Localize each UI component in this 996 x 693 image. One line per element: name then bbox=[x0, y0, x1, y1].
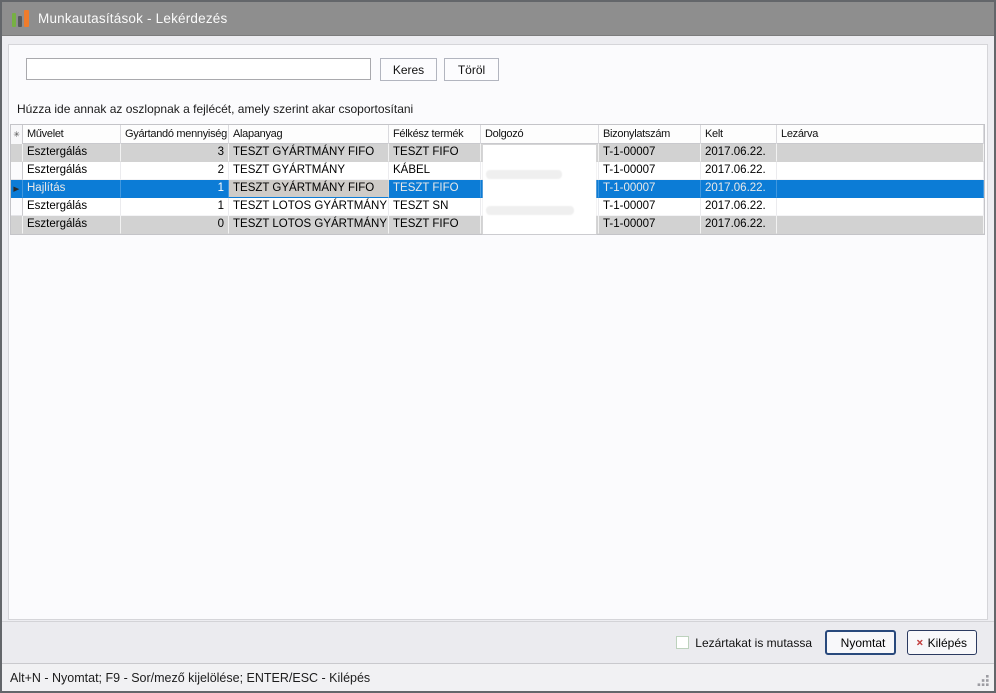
search-button[interactable]: Keres bbox=[380, 58, 437, 81]
grid-cell[interactable] bbox=[777, 198, 984, 216]
grid-cell[interactable]: 2017.06.22. bbox=[701, 198, 777, 216]
grid-cell[interactable]: 1 bbox=[121, 180, 229, 198]
exit-button-label: Kilépés bbox=[928, 636, 967, 650]
print-button-label: Nyomtat bbox=[841, 636, 886, 650]
show-closed-label: Lezártakat is mutassa bbox=[695, 636, 812, 650]
column-header[interactable]: Dolgozó bbox=[481, 125, 599, 144]
status-bar: Alt+N - Nyomtat; F9 - Sor/mező kijelölés… bbox=[2, 663, 994, 691]
grid-cell[interactable]: 2017.06.22. bbox=[701, 180, 777, 198]
grid-cell[interactable]: 0 bbox=[121, 216, 229, 234]
column-header[interactable]: Alapanyag bbox=[229, 125, 389, 144]
dolgozo-editor-popup[interactable] bbox=[483, 145, 596, 234]
resize-grip-icon[interactable] bbox=[977, 674, 990, 687]
clear-button[interactable]: Töröl bbox=[444, 58, 499, 81]
redacted-text bbox=[486, 206, 574, 215]
grid-cell[interactable]: TESZT FIFO bbox=[389, 144, 481, 162]
grid-cell[interactable]: TESZT GYÁRTMÁNY FIFO bbox=[229, 180, 389, 198]
grid-cell[interactable]: TESZT GYÁRTMÁNY FIFO bbox=[229, 144, 389, 162]
show-closed-checkbox[interactable] bbox=[676, 636, 689, 649]
grid-cell[interactable]: 2 bbox=[121, 162, 229, 180]
grid-cell[interactable] bbox=[777, 144, 984, 162]
grid-cell[interactable]: T-1-00007 bbox=[599, 144, 701, 162]
grid-cell[interactable]: Hajlítás bbox=[23, 180, 121, 198]
redacted-text bbox=[486, 170, 562, 179]
grid-cell[interactable]: 2017.06.22. bbox=[701, 162, 777, 180]
row-indicator-cell[interactable] bbox=[11, 162, 23, 180]
window-title: Munkautasítások - Lekérdezés bbox=[38, 11, 227, 26]
grid-cell[interactable] bbox=[777, 162, 984, 180]
grid-cell[interactable]: TESZT FIFO bbox=[389, 180, 481, 198]
column-header[interactable]: Kelt bbox=[701, 125, 777, 144]
current-row-arrow-icon: ▶ bbox=[13, 185, 19, 192]
column-header[interactable]: Gyártandó mennyiség bbox=[121, 125, 229, 144]
grid-cell[interactable]: T-1-00007 bbox=[599, 180, 701, 198]
main-panel: Keres Töröl Húzza ide annak az oszlopnak… bbox=[8, 44, 988, 620]
grid-cell[interactable]: TESZT LOTOS GYÁRTMÁNY bbox=[229, 216, 389, 234]
column-header[interactable]: Művelet bbox=[23, 125, 121, 144]
row-indicator-cell[interactable] bbox=[11, 198, 23, 216]
status-text: Alt+N - Nyomtat; F9 - Sor/mező kijelölés… bbox=[10, 671, 370, 685]
grid-cell[interactable] bbox=[777, 180, 984, 198]
grid-cell[interactable]: 2017.06.22. bbox=[701, 144, 777, 162]
column-header[interactable]: Félkész termék bbox=[389, 125, 481, 144]
grid-cell[interactable]: 3 bbox=[121, 144, 229, 162]
grid-cell[interactable]: KÁBEL bbox=[389, 162, 481, 180]
grid-cell[interactable]: TESZT FIFO bbox=[389, 216, 481, 234]
bottom-bar: Lezártakat is mutassa Nyomtat Kilépés bbox=[2, 621, 994, 663]
grid-header: ✳ MűveletGyártandó mennyiségAlapanyagFél… bbox=[11, 124, 984, 144]
show-closed-checkbox-group: Lezártakat is mutassa bbox=[676, 636, 812, 650]
group-by-hint: Húzza ide annak az oszlopnak a fejlécét,… bbox=[17, 102, 413, 116]
titlebar: Munkautasítások - Lekérdezés bbox=[2, 2, 994, 36]
column-header[interactable]: Lezárva bbox=[777, 125, 984, 144]
grid-cell[interactable]: Esztergálás bbox=[23, 198, 121, 216]
grid-cell[interactable]: T-1-00007 bbox=[599, 162, 701, 180]
grid-cell[interactable]: Esztergálás bbox=[23, 144, 121, 162]
search-input[interactable] bbox=[26, 58, 371, 80]
app-window: Munkautasítások - Lekérdezés Keres Töröl… bbox=[0, 0, 996, 693]
grid-cell[interactable]: 2017.06.22. bbox=[701, 216, 777, 234]
library-books-icon bbox=[11, 9, 30, 28]
print-button[interactable]: Nyomtat bbox=[825, 630, 896, 655]
row-indicator-cell[interactable] bbox=[11, 144, 23, 162]
column-header[interactable]: Bizonylatszám bbox=[599, 125, 701, 144]
close-x-icon bbox=[917, 636, 923, 649]
exit-button[interactable]: Kilépés bbox=[907, 630, 977, 655]
row-indicator-cell[interactable]: ▶ bbox=[11, 180, 23, 198]
grid-cell[interactable] bbox=[777, 216, 984, 234]
grid-cell[interactable]: TESZT GYÁRTMÁNY bbox=[229, 162, 389, 180]
grid-cell[interactable]: T-1-00007 bbox=[599, 198, 701, 216]
grid-cell[interactable]: Esztergálás bbox=[23, 216, 121, 234]
grid-cell[interactable]: TESZT SN bbox=[389, 198, 481, 216]
grid-cell[interactable]: T-1-00007 bbox=[599, 216, 701, 234]
row-indicator-header: ✳ bbox=[11, 125, 23, 144]
row-indicator-cell[interactable] bbox=[11, 216, 23, 234]
row-indicator-asterisk-icon: ✳ bbox=[13, 131, 19, 139]
grid-cell[interactable]: TESZT LOTOS GYÁRTMÁNY bbox=[229, 198, 389, 216]
grid-cell[interactable]: 1 bbox=[121, 198, 229, 216]
grid-cell[interactable]: Esztergálás bbox=[23, 162, 121, 180]
